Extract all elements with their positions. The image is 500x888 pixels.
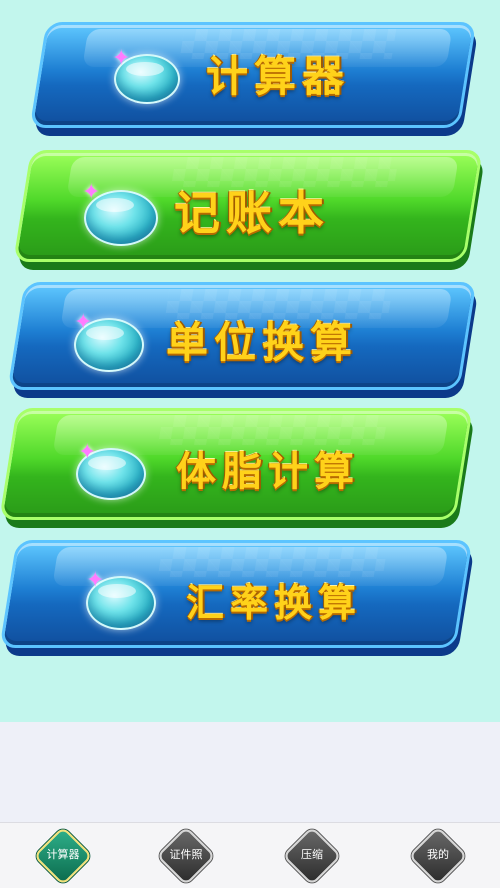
bottom-tab-bar: 计算器 证件照 压缩 我的 xyxy=(0,822,500,888)
sparkle-icon: ✦ xyxy=(82,180,101,205)
tab-compress[interactable]: 压缩 xyxy=(282,826,342,886)
tab-label: 计算器 xyxy=(46,848,80,861)
tab-mine[interactable]: 我的 xyxy=(408,826,468,886)
ledger-button[interactable]: ✦ 记账本 xyxy=(13,150,485,270)
sparkle-icon: ✦ xyxy=(74,310,93,335)
tab-id-photo[interactable]: 证件照 xyxy=(156,826,216,886)
empty-content-area xyxy=(0,722,500,822)
tab-label: 证件照 xyxy=(169,848,203,861)
exchange-rate-label: 汇率换算 xyxy=(186,581,363,625)
sparkle-icon: ✦ xyxy=(112,46,131,71)
calculator-button[interactable]: ✦ 计算器 xyxy=(29,22,479,136)
calculator-label: 计算器 xyxy=(206,52,351,101)
unit-conversion-label: 单位换算 xyxy=(166,318,359,367)
tab-calculator[interactable]: 计算器 xyxy=(33,826,93,886)
sparkle-icon: ✦ xyxy=(86,568,105,593)
tab-label: 压缩 xyxy=(301,848,323,861)
exchange-rate-button[interactable]: ✦ 汇率换算 xyxy=(0,540,475,656)
tab-label: 我的 xyxy=(427,848,449,861)
body-fat-label: 体脂计算 xyxy=(176,449,360,495)
body-fat-button[interactable]: ✦ 体脂计算 xyxy=(0,408,475,528)
ledger-label: 记账本 xyxy=(174,186,330,240)
sparkle-icon: ✦ xyxy=(78,440,97,465)
unit-conversion-button[interactable]: ✦ 单位换算 xyxy=(7,282,479,398)
